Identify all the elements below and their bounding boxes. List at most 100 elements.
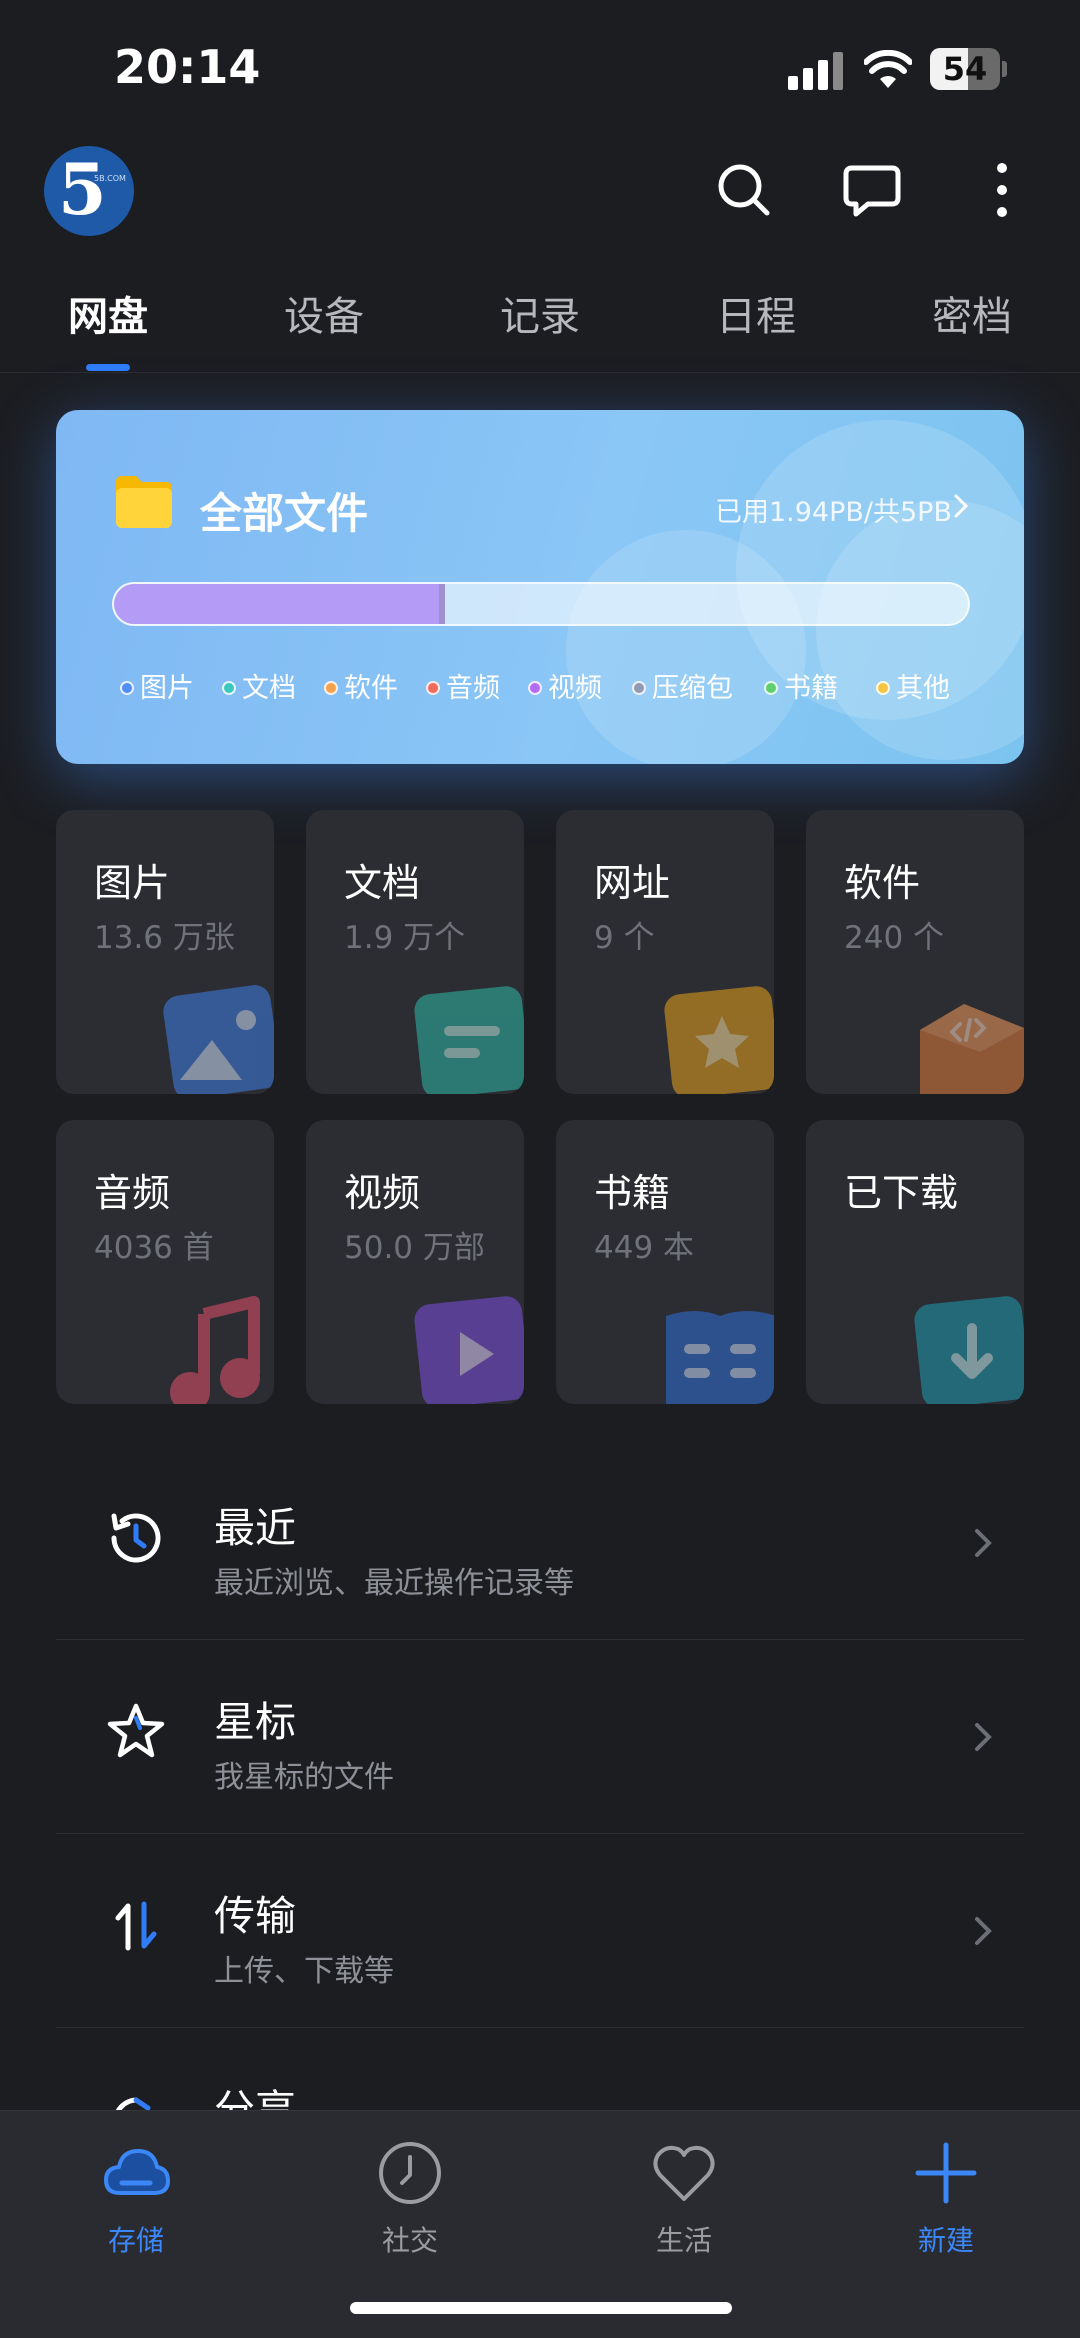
- message-icon[interactable]: [842, 160, 902, 220]
- legend-dot: [632, 681, 646, 695]
- list-item-title: 最近: [214, 1504, 296, 1552]
- nav-item-life[interactable]: 生活: [604, 2129, 764, 2269]
- list-item-transfer[interactable]: 传输 上传、下载等: [56, 1834, 1024, 2028]
- tab-cloud-drive[interactable]: 网盘: [68, 284, 148, 342]
- legend-dot: [120, 681, 134, 695]
- storage-usage-text: 已用1.94PB/共5PB: [714, 497, 952, 528]
- legend-item-archives: 压缩包: [632, 666, 733, 705]
- category-images[interactable]: 图片 13.6 万张: [56, 810, 274, 1094]
- list-item-title: 星标: [214, 1698, 296, 1746]
- category-websites[interactable]: 网址 9 个: [556, 810, 774, 1094]
- app-screen: 20:14 54 5 5B.COM 网盘 设备 记录 日程 密档 全部文件 已用…: [0, 0, 1080, 2338]
- chevron-right-icon: [975, 1529, 992, 1557]
- transfer-icon: [115, 1901, 157, 1951]
- star-outline-icon: [107, 1703, 165, 1758]
- tab-indicator: [86, 364, 130, 371]
- category-name: 网址: [594, 861, 671, 905]
- download-icon: [914, 1296, 1024, 1404]
- status-bar: 20:14 54: [0, 0, 1080, 130]
- category-documents[interactable]: 文档 1.9 万个: [306, 810, 524, 1094]
- nav-label: 新建: [917, 2224, 974, 2257]
- category-count: 240 个: [844, 920, 945, 956]
- category-software[interactable]: 软件 240 个: [806, 810, 1024, 1094]
- list-item-subtitle: 上传、下载等: [214, 1954, 394, 1989]
- list-item-subtitle: 我星标的文件: [214, 1760, 394, 1795]
- tab-devices[interactable]: 设备: [284, 284, 364, 342]
- legend-dot: [876, 681, 890, 695]
- nav-label: 生活: [655, 2224, 712, 2257]
- nav-item-social[interactable]: 社交: [330, 2129, 490, 2269]
- search-icon[interactable]: [714, 160, 774, 220]
- chevron-right-icon: [954, 494, 968, 518]
- category-name: 书籍: [594, 1171, 671, 1215]
- legend-item-documents: 文档: [222, 666, 296, 705]
- category-count: 9 个: [594, 920, 655, 956]
- clock-icon: [379, 2142, 441, 2204]
- play-icon: [414, 1296, 524, 1404]
- storage-progress-bar: [112, 582, 970, 626]
- plus-icon: [915, 2142, 977, 2204]
- storage-progress-fill: [114, 584, 446, 624]
- list-item-subtitle: 最近浏览、最近操作记录等: [214, 1566, 574, 1601]
- category-count: 50.0 万部: [344, 1230, 485, 1266]
- legend-item-video: 视频: [528, 666, 602, 705]
- category-count: 13.6 万张: [94, 920, 235, 956]
- category-count: 4036 首: [94, 1230, 214, 1266]
- category-name: 已下载: [844, 1171, 959, 1215]
- category-name: 软件: [844, 861, 921, 905]
- nav-item-new[interactable]: 新建: [866, 2129, 1026, 2269]
- wifi-icon: [864, 50, 912, 88]
- list-item-recent[interactable]: 最近 最近浏览、最近操作记录等: [56, 1446, 1024, 1640]
- category-name: 音频: [94, 1171, 171, 1215]
- status-time: 20:14: [114, 40, 261, 94]
- list-item-title: 传输: [214, 1892, 296, 1940]
- top-tabs: 网盘 设备 记录 日程 密档: [0, 270, 1080, 371]
- decorative-bubble: [566, 530, 806, 764]
- legend-item-images: 图片: [120, 666, 194, 705]
- category-count: 449 本: [594, 1230, 695, 1266]
- legend-dot: [222, 681, 236, 695]
- tab-schedule[interactable]: 日程: [716, 284, 796, 342]
- category-audio[interactable]: 音频 4036 首: [56, 1120, 274, 1404]
- category-books[interactable]: 书籍 449 本: [556, 1120, 774, 1404]
- logo-text: 5: [58, 148, 107, 231]
- category-video[interactable]: 视频 50.0 万部: [306, 1120, 524, 1404]
- legend-item-other: 其他: [876, 666, 950, 705]
- app-logo[interactable]: 5 5B.COM: [44, 146, 134, 236]
- image-icon: [163, 985, 274, 1094]
- battery-level: 54: [942, 50, 988, 88]
- chevron-right-icon: [975, 1723, 992, 1751]
- category-count: 1.9 万个: [344, 920, 466, 956]
- home-indicator[interactable]: [350, 2302, 732, 2314]
- cellular-signal-icon: [788, 52, 844, 90]
- document-icon: [414, 986, 524, 1094]
- legend-item-software: 软件: [324, 666, 398, 705]
- storage-legend: 图片 文档 软件 音频 视频 压缩包 书籍 其他: [120, 666, 1010, 706]
- battery-icon: 54: [930, 48, 1007, 90]
- cloud-icon: [104, 2149, 170, 2195]
- nav-label: 社交: [381, 2224, 438, 2257]
- star-icon: [664, 986, 774, 1094]
- heart-icon: [653, 2145, 715, 2201]
- nav-item-storage[interactable]: 存储: [56, 2129, 216, 2269]
- book-icon: [666, 1311, 774, 1404]
- legend-dot: [426, 681, 440, 695]
- chevron-right-icon: [975, 1917, 992, 1945]
- music-note-icon: [170, 1296, 260, 1404]
- list-item-starred[interactable]: 星标 我星标的文件: [56, 1640, 1024, 1834]
- divider: [0, 372, 1080, 373]
- tab-records[interactable]: 记录: [500, 284, 580, 342]
- all-files-card[interactable]: 全部文件 已用1.94PB/共5PB 图片 文档 软件 音频 视频 压缩包 书籍…: [56, 410, 1024, 764]
- legend-dot: [324, 681, 338, 695]
- history-icon: [111, 1513, 161, 1563]
- all-files-title: 全部文件: [200, 489, 369, 538]
- legend-dot: [528, 681, 542, 695]
- tab-secret-files[interactable]: 密档: [932, 284, 1012, 342]
- more-vertical-icon[interactable]: [972, 160, 1032, 220]
- category-downloaded[interactable]: 已下载: [806, 1120, 1024, 1404]
- nav-label: 存储: [107, 2224, 164, 2257]
- category-name: 图片: [94, 861, 171, 905]
- logo-small-text: 5B.COM: [94, 174, 126, 183]
- legend-item-books: 书籍: [764, 666, 838, 705]
- legend-item-audio: 音频: [426, 666, 500, 705]
